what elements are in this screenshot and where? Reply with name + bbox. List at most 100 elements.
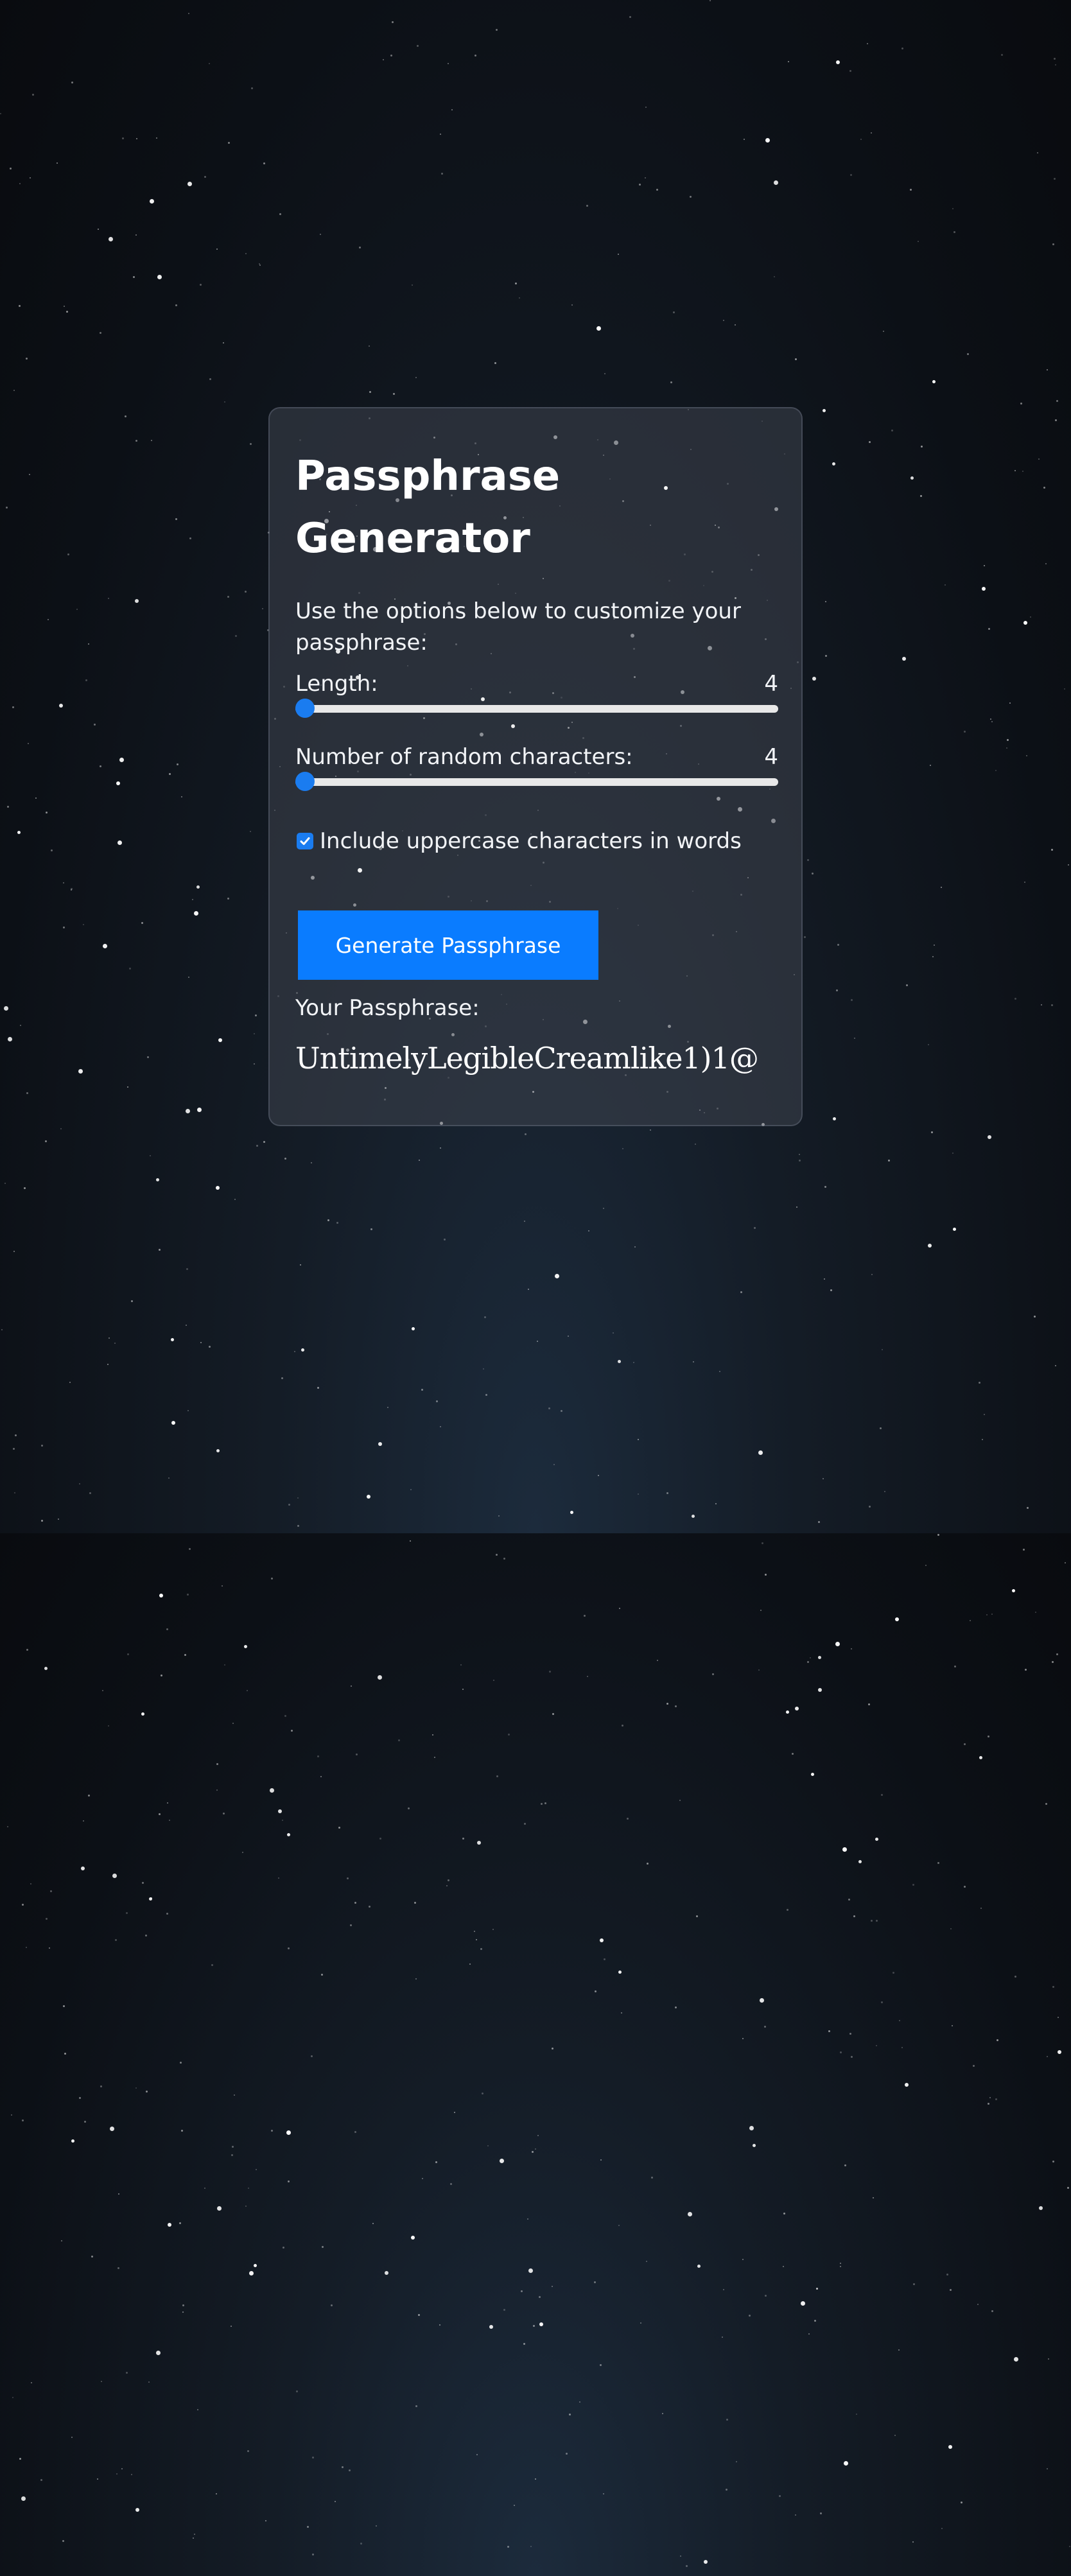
star bbox=[254, 1063, 255, 1065]
star bbox=[89, 1492, 91, 1494]
star bbox=[656, 189, 658, 191]
star bbox=[569, 2414, 571, 2415]
star bbox=[945, 584, 946, 586]
star bbox=[283, 2247, 284, 2249]
star bbox=[850, 174, 852, 176]
star bbox=[263, 1141, 265, 1143]
star bbox=[912, 1884, 914, 1886]
star bbox=[22, 2119, 24, 2121]
star bbox=[211, 1964, 213, 1966]
star bbox=[600, 2364, 602, 2366]
slider-thumb[interactable] bbox=[295, 772, 315, 791]
star bbox=[460, 1664, 462, 1666]
star bbox=[906, 984, 908, 986]
star bbox=[692, 1515, 695, 1518]
star bbox=[814, 2320, 816, 2322]
star bbox=[342, 2466, 344, 2468]
star bbox=[823, 409, 826, 412]
star bbox=[686, 2565, 688, 2567]
star bbox=[186, 1268, 188, 1270]
star bbox=[421, 1389, 423, 1391]
star bbox=[61, 2240, 62, 2241]
star bbox=[259, 265, 261, 266]
random-chars-slider[interactable] bbox=[295, 772, 778, 791]
star bbox=[135, 234, 137, 236]
star bbox=[882, 1349, 883, 1350]
star bbox=[88, 643, 89, 645]
uppercase-checkbox[interactable] bbox=[297, 833, 313, 849]
star bbox=[131, 1300, 133, 1302]
star bbox=[823, 1478, 824, 1479]
star bbox=[248, 2188, 249, 2189]
star bbox=[10, 168, 12, 170]
length-slider[interactable] bbox=[295, 699, 778, 718]
star bbox=[387, 1407, 388, 1408]
star bbox=[688, 2212, 692, 2216]
star bbox=[811, 1773, 814, 1776]
star bbox=[650, 1129, 651, 1131]
star bbox=[189, 537, 191, 539]
star bbox=[910, 476, 914, 480]
star bbox=[161, 1675, 162, 1676]
star bbox=[1056, 1653, 1058, 1655]
star bbox=[515, 283, 517, 284]
star bbox=[670, 381, 672, 383]
star bbox=[600, 1938, 604, 1942]
star bbox=[189, 1548, 191, 1550]
uppercase-option[interactable]: Include uppercase characters in words bbox=[295, 828, 776, 854]
star bbox=[849, 70, 851, 72]
star bbox=[245, 2206, 247, 2207]
star bbox=[46, 812, 48, 814]
star bbox=[13, 1448, 15, 1450]
star bbox=[108, 1725, 109, 1727]
star bbox=[646, 2261, 647, 2262]
star bbox=[1067, 2187, 1069, 2189]
star bbox=[1027, 1507, 1029, 1509]
star bbox=[171, 1338, 174, 1341]
slider-thumb[interactable] bbox=[295, 699, 315, 718]
star bbox=[223, 342, 224, 344]
star bbox=[704, 1112, 705, 1113]
star bbox=[774, 180, 778, 185]
star bbox=[166, 1913, 168, 1915]
star bbox=[408, 1807, 410, 1809]
star bbox=[60, 1128, 62, 1129]
star bbox=[1065, 1562, 1066, 1563]
star bbox=[150, 199, 154, 204]
star bbox=[475, 55, 476, 57]
star bbox=[20, 1025, 21, 1026]
star bbox=[254, 2264, 257, 2267]
star bbox=[666, 1703, 668, 1705]
star bbox=[291, 1730, 293, 1732]
star bbox=[390, 55, 392, 57]
star bbox=[312, 2554, 314, 2555]
star bbox=[483, 1368, 484, 1370]
star bbox=[715, 1503, 717, 1504]
star bbox=[347, 1877, 349, 1879]
star bbox=[618, 1360, 621, 1363]
star bbox=[142, 1882, 144, 1884]
star bbox=[928, 1244, 932, 1248]
star bbox=[836, 60, 840, 64]
star bbox=[410, 1489, 412, 1490]
star bbox=[1056, 400, 1058, 402]
generate-passphrase-button[interactable]: Generate Passphrase bbox=[298, 910, 598, 980]
star bbox=[579, 2401, 580, 2403]
star bbox=[169, 773, 171, 775]
star bbox=[561, 1410, 562, 1412]
star bbox=[200, 284, 202, 286]
star bbox=[496, 1775, 498, 1777]
star bbox=[85, 679, 87, 681]
star bbox=[736, 2461, 737, 2462]
star bbox=[29, 474, 30, 475]
star bbox=[984, 1414, 985, 1415]
star bbox=[30, 177, 31, 178]
star bbox=[251, 87, 253, 89]
star bbox=[418, 2314, 420, 2316]
star bbox=[1001, 54, 1003, 56]
star bbox=[1014, 998, 1016, 1000]
star bbox=[71, 82, 73, 83]
uppercase-label[interactable]: Include uppercase characters in words bbox=[320, 828, 742, 854]
star bbox=[282, 1820, 283, 1821]
star bbox=[980, 1908, 982, 1909]
